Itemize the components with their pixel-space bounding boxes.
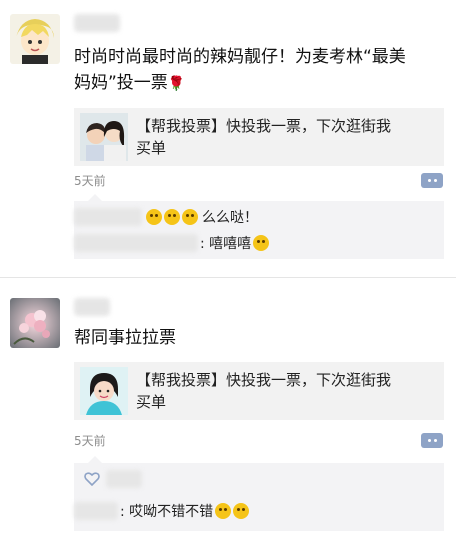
smile-emoji-icon — [253, 235, 270, 251]
smile-emoji-icon — [215, 503, 232, 519]
comments-caret — [88, 194, 102, 201]
post-text: 时尚时尚最时尚的辣妈靓仔！为麦考林“最美 妈妈”投一票🌹 — [74, 44, 446, 97]
smile-emoji-icon — [233, 503, 250, 519]
user-name[interactable] — [74, 14, 120, 32]
user-name[interactable] — [74, 298, 110, 316]
user-avatar[interactable] — [10, 298, 60, 348]
likes-row — [74, 465, 142, 493]
smile-emoji-icon — [164, 209, 180, 225]
commenter-name[interactable] — [74, 234, 198, 252]
comment-dots-icon[interactable] — [421, 173, 443, 188]
post-text: 帮同事拉拉票 — [74, 325, 446, 351]
shared-link-card[interactable]: 【帮我投票】快投我一票，下次逛街我 买单 — [74, 108, 444, 166]
comment-text: : 嘻嘻嘻 — [200, 236, 252, 252]
post-text-line-1: 帮同事拉拉票 — [74, 328, 176, 348]
smile-emoji-icon — [182, 209, 198, 225]
commenter-name[interactable] — [74, 502, 118, 520]
comment-dots-icon[interactable] — [421, 433, 443, 448]
comment-row[interactable]: 么么哒！ — [74, 205, 258, 229]
rose-emoji-icon: 🌹 — [167, 76, 186, 92]
shared-link-title-line-1: 【帮我投票】快投我一票，下次逛街我 — [136, 371, 392, 389]
user-avatar[interactable] — [10, 14, 60, 64]
shared-link-title: 【帮我投票】快投我一票，下次逛街我 买单 — [136, 115, 401, 159]
comments-section: : 哎呦不错不错 — [74, 463, 444, 531]
shared-link-title-line-2: 买单 — [136, 139, 167, 157]
moment-post-2: 帮同事拉拉票 【帮我投票】快投我一票，下次逛街我 买单 5天前: 哎呦不错不错 — [0, 278, 456, 537]
shared-link-title-line-2: 买单 — [136, 393, 167, 411]
comment-row[interactable]: : 哎呦不错不错 — [74, 499, 251, 523]
shared-link-thumbnail — [80, 367, 128, 415]
shared-link-title: 【帮我投票】快投我一票，下次逛街我 买单 — [136, 369, 401, 413]
post-time: 5天前 — [74, 174, 106, 188]
commenter-name[interactable] — [74, 208, 142, 226]
moment-post-1: 时尚时尚最时尚的辣妈靓仔！为麦考林“最美 妈妈”投一票🌹 【帮我投票】快投我一票… — [0, 0, 456, 270]
post-time: 5天前 — [74, 434, 106, 448]
shared-link-title-line-1: 【帮我投票】快投我一票，下次逛街我 — [136, 117, 392, 135]
post-text-line-2-text: 妈妈”投一票 — [74, 73, 168, 93]
comment-row[interactable]: : 嘻嘻嘻 — [74, 231, 271, 255]
comment-text: 么么哒！ — [202, 210, 258, 226]
post-text-line-2: 妈妈”投一票🌹 — [74, 70, 446, 97]
comment-text: : 哎呦不错不错 — [120, 504, 214, 520]
shared-link-thumbnail — [80, 113, 128, 161]
comments-caret — [88, 456, 102, 463]
comments-section: 么么哒！ : 嘻嘻嘻 — [74, 201, 444, 259]
heart-like-icon — [84, 472, 100, 486]
shared-link-card[interactable]: 【帮我投票】快投我一票，下次逛街我 买单 — [74, 362, 444, 420]
post-text-line-1: 时尚时尚最时尚的辣妈靓仔！为麦考林“最美 — [74, 47, 406, 67]
liker-name[interactable] — [106, 470, 142, 488]
smile-emoji-icon — [146, 209, 162, 225]
